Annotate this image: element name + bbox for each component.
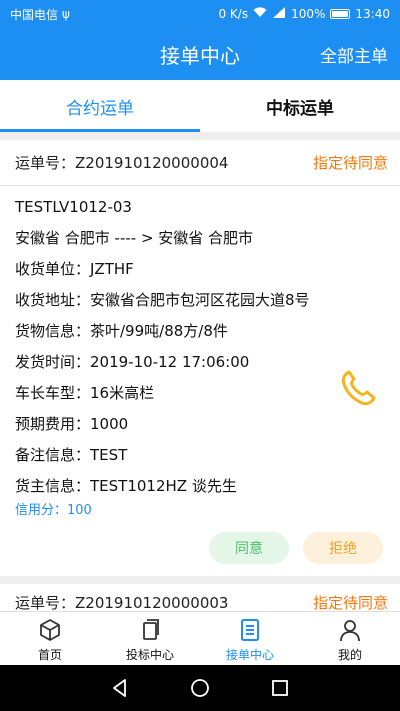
order-actions: 同意 拒绝 xyxy=(209,532,383,564)
truck-info: 车长车型：16米高栏 xyxy=(15,384,155,402)
receiver-info: 收货单位：JZTHF xyxy=(15,260,134,278)
agree-button[interactable]: 同意 xyxy=(209,532,289,564)
nav-home[interactable]: 首页 xyxy=(0,612,100,665)
address-info: 收货地址：安徽省合肥市包河区花园大道8号 xyxy=(15,291,310,309)
recents-square-icon[interactable] xyxy=(269,677,291,699)
status-bar: 中国电信 ψ 0 K/s 100% 13:40 xyxy=(0,0,400,28)
credit-score: 信用分：100 xyxy=(15,503,92,518)
nav-mine-label: 我的 xyxy=(337,648,362,662)
wifi-icon xyxy=(253,7,267,21)
bottom-nav: 首页 投标中心 接单中心 我的 xyxy=(0,611,400,665)
battery-icon xyxy=(330,9,351,19)
usb-icon: ψ xyxy=(62,7,70,21)
home-circle-icon[interactable] xyxy=(189,677,211,699)
phone-icon[interactable] xyxy=(336,366,380,410)
order-status: 指定待同意 xyxy=(312,154,388,172)
nav-order-center[interactable]: 接单中心 xyxy=(200,612,300,665)
tab-bid-orders[interactable]: 中标运单 xyxy=(200,80,400,132)
back-icon[interactable] xyxy=(109,677,131,699)
ship-time-info: 发货时间：2019-10-12 17:06:00 xyxy=(15,353,250,371)
order-details: TESTLV1012-03 安徽省 合肥市 ---- > 安徽省 合肥市 收货单… xyxy=(0,186,400,522)
all-orders-button[interactable]: 全部主单 xyxy=(320,42,388,67)
nav-mine[interactable]: 我的 xyxy=(300,612,400,665)
order-number: 运单号：Z201910120000004 xyxy=(15,154,229,172)
battery-percent: 100% xyxy=(291,7,326,21)
shipper-info: 货主信息：TEST1012HZ 谈先生 xyxy=(15,477,237,495)
nav-home-label: 首页 xyxy=(37,648,62,662)
page-title: 接单中心 xyxy=(160,43,240,68)
tab-bar: 合约运单 中标运单 xyxy=(0,80,400,132)
carrier-label: 中国电信 xyxy=(10,7,59,22)
tab-contract-orders[interactable]: 合约运单 xyxy=(0,80,200,132)
document-list-icon xyxy=(241,619,259,641)
nav-order-center-label: 接单中心 xyxy=(225,648,274,662)
person-icon xyxy=(340,620,360,642)
system-nav-bar xyxy=(0,665,400,711)
remark-info: 备注信息：TEST xyxy=(15,446,128,464)
nav-bid-center[interactable]: 投标中心 xyxy=(100,612,200,665)
reject-button[interactable]: 拒绝 xyxy=(303,532,383,564)
order-code: TESTLV1012-03 xyxy=(15,198,132,216)
clock: 13:40 xyxy=(355,7,390,21)
goods-info: 货物信息：茶叶/99吨/88方/8件 xyxy=(15,322,228,340)
signal-icon xyxy=(272,7,286,21)
expected-cost-info: 预期费用：1000 xyxy=(15,415,129,433)
order-card-header: 运单号：Z201910120000004 指定待同意 xyxy=(0,140,400,186)
nav-bid-center-label: 投标中心 xyxy=(125,648,174,662)
copy-icon xyxy=(143,619,159,640)
order-route: 安徽省 合肥市 ---- > 安徽省 合肥市 xyxy=(15,229,254,247)
order-number: 运单号：Z201910120000003 xyxy=(15,593,229,612)
network-speed: 0 K/s xyxy=(218,7,249,21)
order-card[interactable]: 运单号：Z201910120000004 指定待同意 TESTLV1012-03… xyxy=(0,140,400,576)
cube-icon xyxy=(40,619,60,641)
order-status: 指定待同意 xyxy=(312,593,388,612)
app-bar: 接单中心 全部主单 xyxy=(0,28,400,80)
